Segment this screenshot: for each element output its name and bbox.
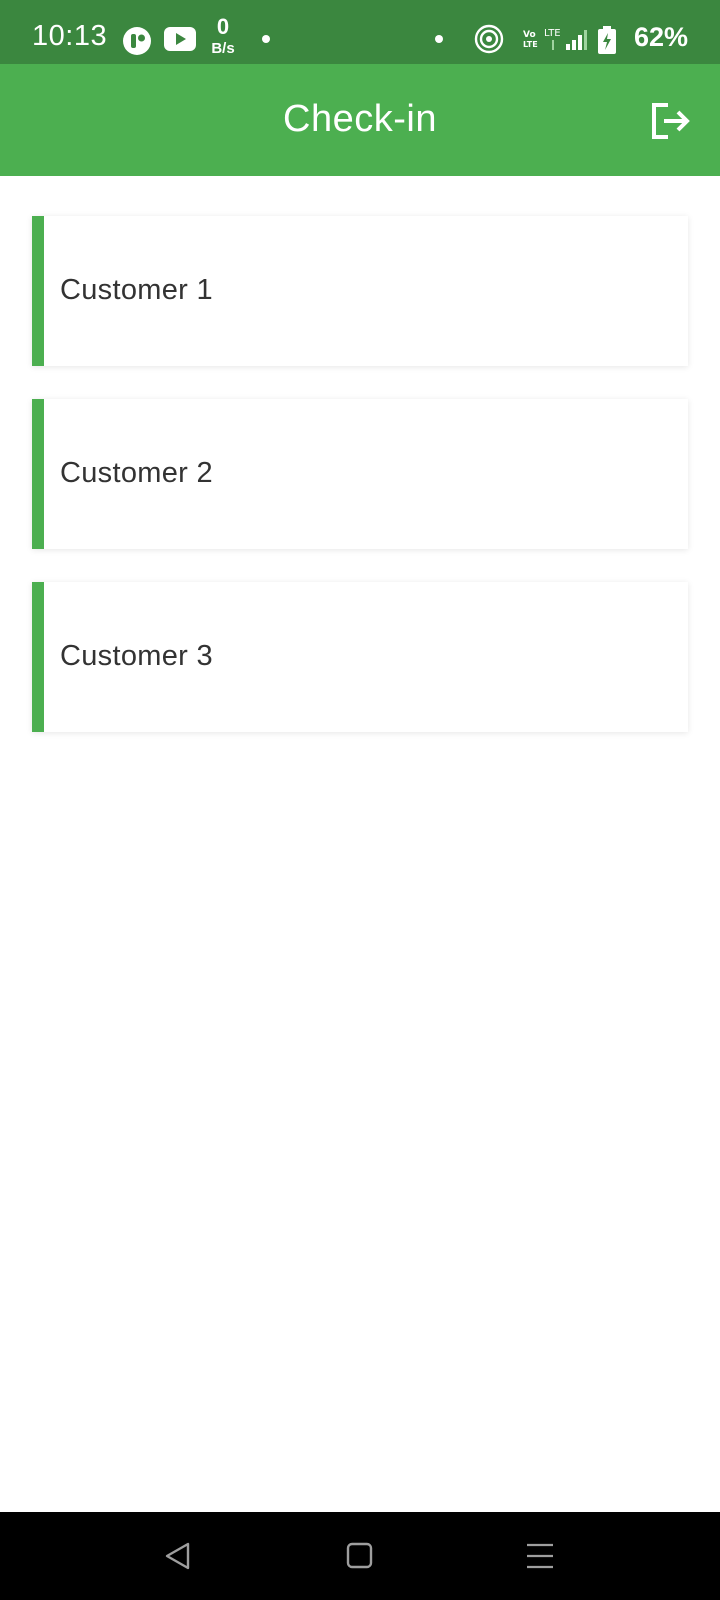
volte-icon: Vo LTE	[522, 28, 540, 55]
menu-icon	[527, 1543, 553, 1569]
customer-list: Customer 1 Customer 2 Customer 3	[32, 216, 688, 765]
page-title: Check-in	[283, 98, 437, 140]
battery-percentage: 62%	[634, 22, 689, 52]
svg-text:LTE: LTE	[523, 40, 538, 49]
network-speed-unit: B/s	[211, 40, 235, 57]
menu-button[interactable]	[520, 1536, 560, 1576]
customer-card[interactable]: Customer 1	[32, 216, 688, 366]
youtube-icon	[164, 27, 196, 56]
back-icon	[165, 1542, 190, 1570]
hotspot-icon	[474, 24, 504, 59]
svg-text:LTE: LTE	[544, 28, 561, 39]
card-accent-bar	[32, 399, 44, 549]
card-accent-bar	[32, 216, 44, 366]
home-button[interactable]	[340, 1536, 380, 1576]
customer-card[interactable]: Customer 2	[32, 399, 688, 549]
notification-dot	[262, 35, 270, 43]
customer-name: Customer 3	[60, 640, 213, 672]
network-speed: 0 B/s	[208, 14, 238, 57]
customer-card[interactable]: Customer 3	[32, 582, 688, 732]
system-navigation-bar	[0, 1512, 720, 1600]
app-notification-icon	[122, 26, 152, 61]
notification-dot	[435, 35, 443, 43]
status-bar: 10:13 0 B/s Vo LTE LTE 62%	[0, 0, 720, 64]
app-bar: Check-in	[0, 64, 720, 176]
status-time: 10:13	[32, 20, 108, 52]
home-icon	[346, 1542, 373, 1569]
battery-charging-icon	[598, 26, 616, 59]
customer-name: Customer 2	[60, 457, 213, 489]
customer-name: Customer 1	[60, 274, 213, 306]
svg-text:Vo: Vo	[523, 30, 536, 40]
logout-icon	[652, 103, 690, 139]
network-speed-value: 0	[216, 14, 230, 39]
card-accent-bar	[32, 582, 44, 732]
back-button[interactable]	[158, 1536, 198, 1576]
logout-button[interactable]	[646, 96, 694, 144]
lte-signal-icon: LTE	[544, 26, 588, 57]
